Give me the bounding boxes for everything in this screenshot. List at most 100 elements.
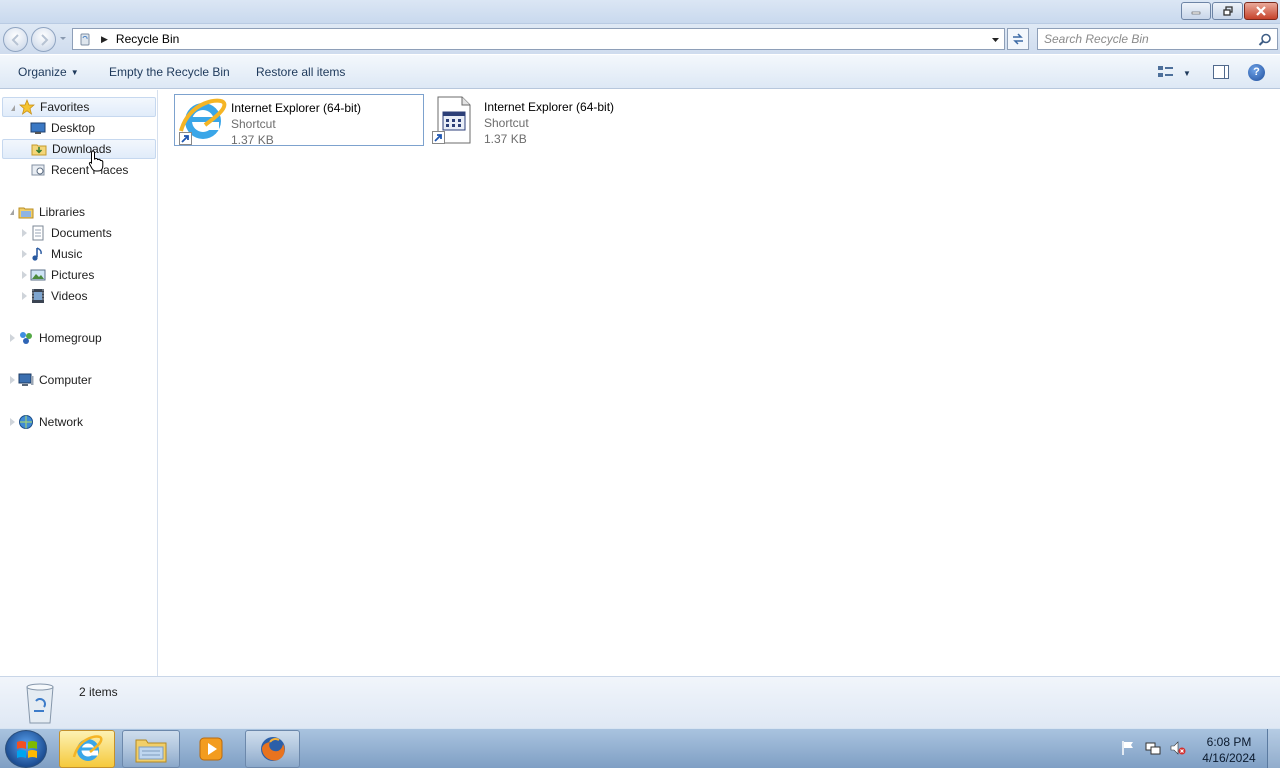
taskbar: 6:08 PM 4/16/2024 (0, 728, 1280, 768)
change-view-icon[interactable] (1157, 65, 1175, 79)
nav-recent-places[interactable]: Recent Places (2, 160, 156, 180)
system-tray (1120, 735, 1195, 761)
nav-homegroup[interactable]: Homegroup (2, 328, 156, 348)
taskbar-internet-explorer[interactable] (59, 730, 115, 768)
breadcrumb-chevron-icon[interactable]: ▶ (101, 34, 108, 45)
forward-button[interactable] (31, 27, 56, 52)
recycle-bin-small-icon (80, 33, 90, 46)
file-item[interactable]: Internet Explorer (64-bit) Shortcut 1.37… (174, 94, 424, 147)
expand-videos-icon[interactable] (22, 292, 27, 300)
system-clock[interactable]: 6:08 PM 4/16/2024 (1196, 734, 1262, 766)
refresh-icon (1013, 33, 1023, 45)
nav-libraries-label: Libraries (39, 205, 86, 219)
organize-menu-button[interactable]: Organize ▼ (18, 65, 79, 79)
file-name: Internet Explorer (64-bit) (484, 100, 615, 114)
navigation-pane: Favorites Desktop Downloads Recent Place… (0, 90, 158, 676)
file-list: Internet Explorer (64-bit) Shortcut 1.37… (159, 90, 1280, 676)
file-size: 1.37 KB (231, 133, 274, 147)
address-row: ▶ Recycle Bin (0, 24, 1280, 54)
nav-computer-label: Computer (39, 373, 92, 387)
address-bar[interactable]: ▶ Recycle Bin (72, 28, 1005, 50)
firefox-icon (260, 737, 285, 761)
network-status-icon[interactable] (1145, 740, 1161, 756)
documents-icon (32, 225, 44, 241)
homegroup-icon (20, 332, 32, 344)
command-bar: Organize ▼ Empty the Recycle Bin Restore … (0, 54, 1280, 89)
restore-all-items-button[interactable]: Restore all items (256, 65, 345, 79)
search-box[interactable] (1037, 28, 1278, 50)
file-item[interactable]: Internet Explorer (64-bit) Shortcut 1.37… (428, 94, 678, 146)
breadcrumb-location[interactable]: Recycle Bin (116, 32, 179, 46)
nav-videos[interactable]: Videos (2, 286, 156, 306)
clock-date: 4/16/2024 (1202, 751, 1256, 765)
help-icon[interactable]: ? (1248, 64, 1265, 81)
expand-pictures-icon[interactable] (22, 271, 27, 279)
organize-label: Organize (18, 65, 67, 79)
nav-videos-label: Videos (51, 289, 88, 303)
folder-icon (135, 739, 167, 763)
nav-downloads[interactable]: Downloads (2, 139, 156, 159)
search-input[interactable] (1044, 29, 1254, 49)
generic-app-icon (428, 94, 480, 146)
show-desktop-button[interactable] (1267, 729, 1280, 768)
nav-documents-label: Documents (51, 226, 112, 240)
empty-recycle-bin-button[interactable]: Empty the Recycle Bin (109, 65, 230, 79)
ie-icon (175, 95, 227, 147)
preview-pane-icon[interactable] (1213, 65, 1229, 79)
restore-button[interactable] (1212, 2, 1243, 20)
organize-dropdown-icon: ▼ (70, 68, 79, 77)
shortcut-arrow-icon (432, 131, 445, 144)
nav-desktop[interactable]: Desktop (2, 118, 156, 138)
nav-libraries[interactable]: Libraries (2, 202, 156, 222)
refresh-button[interactable] (1007, 28, 1029, 50)
recent-places-icon (31, 164, 45, 176)
action-center-flag-icon[interactable] (1120, 740, 1136, 756)
shortcut-arrow-icon (179, 132, 192, 145)
windows-logo-icon (17, 741, 37, 758)
start-button[interactable] (5, 730, 47, 768)
taskbar-windows-media-player[interactable] (183, 730, 239, 768)
expand-documents-icon[interactable] (22, 229, 27, 237)
back-button[interactable] (3, 27, 28, 52)
nav-homegroup-label: Homegroup (39, 331, 102, 345)
expand-music-icon[interactable] (22, 250, 27, 258)
libraries-icon (18, 207, 34, 219)
nav-documents[interactable]: Documents (2, 223, 156, 243)
view-options-dropdown-icon[interactable]: ▼ (1183, 69, 1191, 78)
expand-network-icon[interactable] (10, 418, 15, 426)
nav-desktop-label: Desktop (51, 121, 96, 135)
network-icon (19, 415, 33, 429)
expand-computer-icon[interactable] (10, 376, 15, 384)
nav-network-label: Network (39, 415, 84, 429)
file-type: Shortcut (231, 117, 276, 131)
expand-homegroup-icon[interactable] (10, 334, 15, 342)
close-button[interactable] (1244, 2, 1278, 20)
address-dropdown-icon[interactable] (991, 36, 1000, 44)
nav-music[interactable]: Music (2, 244, 156, 264)
nav-music-label: Music (51, 247, 83, 261)
nav-pictures[interactable]: Pictures (2, 265, 156, 285)
taskbar-windows-explorer[interactable] (122, 730, 180, 768)
nav-computer[interactable]: Computer (2, 370, 156, 390)
ie-icon (72, 735, 103, 761)
recent-pages-dropdown-icon[interactable] (59, 33, 67, 43)
title-bar (0, 0, 1280, 24)
taskbar-firefox[interactable] (245, 730, 300, 768)
nav-network[interactable]: Network (2, 412, 156, 432)
file-name: Internet Explorer (64-bit) (231, 101, 362, 115)
expand-libraries-icon[interactable] (10, 209, 14, 215)
volume-muted-icon[interactable] (1170, 740, 1186, 756)
nav-pictures-label: Pictures (51, 268, 95, 282)
star-icon (19, 99, 35, 115)
item-count: 2 items (79, 685, 118, 699)
search-icon[interactable] (1258, 33, 1272, 47)
expand-favorites-icon[interactable] (11, 105, 15, 111)
file-size: 1.37 KB (484, 132, 527, 146)
pictures-icon (30, 269, 46, 281)
minimize-button[interactable] (1181, 2, 1211, 20)
close-icon (1256, 6, 1266, 16)
details-pane: 2 items (0, 676, 1280, 728)
computer-icon (18, 373, 34, 386)
forward-arrow-icon (41, 34, 49, 46)
nav-favorites[interactable]: Favorites (2, 97, 156, 117)
